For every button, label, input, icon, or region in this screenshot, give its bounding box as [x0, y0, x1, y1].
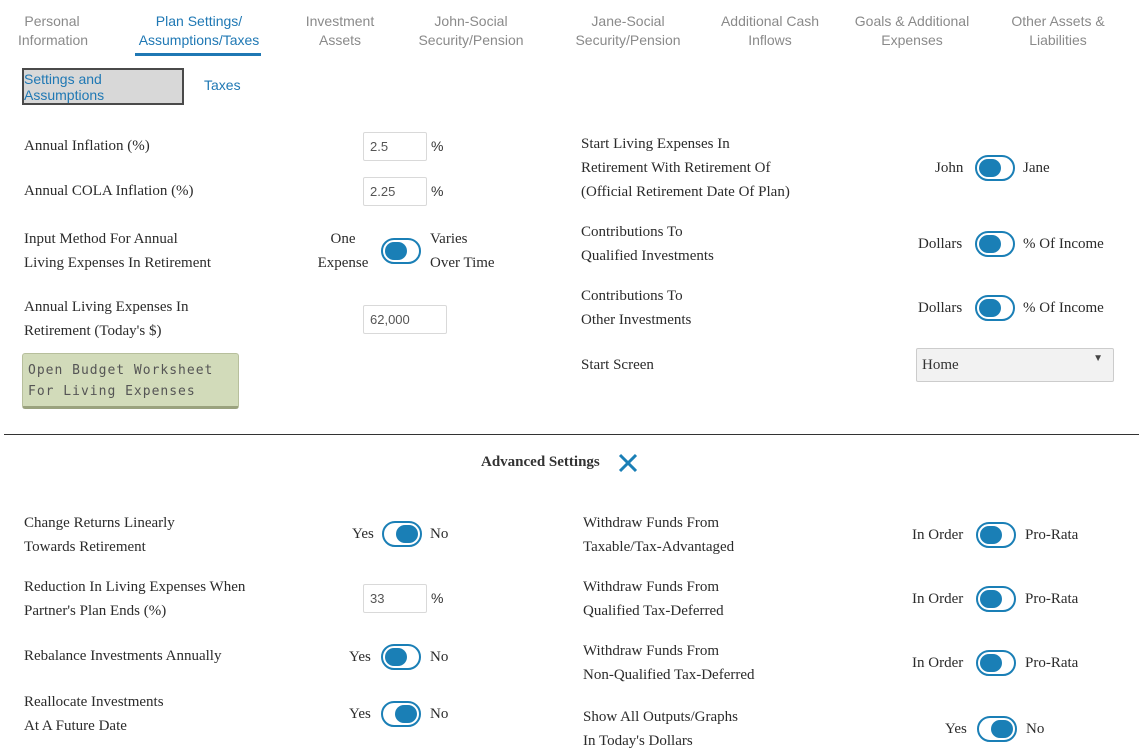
contrib-other-left-option: Dollars	[918, 300, 963, 316]
toggle-knob	[395, 705, 417, 723]
withdraw-qualified-toggle[interactable]	[976, 586, 1016, 612]
toggle-knob	[980, 654, 1002, 672]
toggle-knob	[979, 299, 1001, 317]
reallocate-toggle[interactable]	[381, 701, 421, 727]
contrib-qualified-right-option: % Of Income	[1023, 236, 1104, 252]
reduction-unit: %	[431, 590, 444, 606]
rebalance-label: Rebalance Investments Annually	[24, 648, 222, 664]
toggle-knob	[385, 648, 407, 666]
toggle-knob	[396, 525, 418, 543]
start-living-toggle[interactable]	[975, 155, 1015, 181]
withdraw-qualified-left-option: In Order	[912, 591, 964, 607]
input-method-right-option: Varies Over Time	[430, 231, 495, 271]
change-returns-toggle[interactable]	[382, 521, 422, 547]
withdraw-taxable-toggle[interactable]	[976, 522, 1016, 548]
tab-john-social-security[interactable]: John-Social Security/Pension	[418, 12, 524, 50]
active-tab-indicator	[135, 53, 261, 56]
open-budget-worksheet-button[interactable]: Open Budget Worksheet For Living Expense…	[22, 353, 239, 409]
show-outputs-right-option: No	[1026, 721, 1045, 737]
reduction-label: Reduction In Living Expenses When Partne…	[24, 579, 246, 619]
change-returns-label: Change Returns Linearly Towards Retireme…	[24, 515, 175, 555]
show-outputs-toggle[interactable]	[977, 716, 1017, 742]
reallocate-left-option: Yes	[349, 706, 371, 722]
withdraw-nonqualified-left-option: In Order	[912, 655, 964, 671]
tab-plan-settings[interactable]: Plan Settings/ Assumptions/Taxes	[138, 12, 260, 50]
input-method-left-option: One Expense	[317, 231, 369, 271]
rebalance-right-option: No	[430, 649, 449, 665]
toggle-knob	[991, 720, 1013, 738]
change-returns-left-option: Yes	[352, 526, 374, 542]
withdraw-qualified-label: Withdraw Funds From Qualified Tax-Deferr…	[583, 579, 724, 619]
withdraw-nonqualified-label: Withdraw Funds From Non-Qualified Tax-De…	[583, 643, 755, 683]
close-icon[interactable]	[617, 452, 639, 474]
change-returns-right-option: No	[430, 526, 449, 542]
reallocate-right-option: No	[430, 706, 449, 722]
start-living-label: Start Living Expenses In Retirement With…	[581, 136, 790, 200]
start-living-left-option: John	[935, 160, 964, 176]
contrib-qualified-label: Contributions To Qualified Investments	[581, 224, 714, 264]
subtab-taxes[interactable]: Taxes	[204, 77, 241, 93]
withdraw-taxable-left-option: In Order	[912, 527, 964, 543]
cola-label: Annual COLA Inflation (%)	[24, 183, 194, 199]
contrib-other-right-option: % Of Income	[1023, 300, 1104, 316]
start-screen-label: Start Screen	[581, 357, 654, 373]
show-outputs-label: Show All Outputs/Graphs In Today's Dolla…	[583, 709, 739, 749]
start-screen-select[interactable]: Home ▼	[916, 348, 1114, 382]
advanced-settings-title: Advanced Settings	[481, 454, 600, 470]
contrib-qualified-toggle[interactable]	[975, 231, 1015, 257]
start-living-right-option: Jane	[1023, 160, 1050, 176]
inflation-label: Annual Inflation (%)	[24, 138, 150, 154]
tab-personal-information[interactable]: Personal Information	[18, 12, 88, 50]
cola-unit: %	[431, 183, 444, 199]
rebalance-toggle[interactable]	[381, 644, 421, 670]
start-screen-value: Home	[922, 356, 959, 373]
toggle-knob	[980, 526, 1002, 544]
withdraw-qualified-right-option: Pro-Rata	[1025, 591, 1079, 607]
cola-input[interactable]: 2.25	[363, 177, 427, 206]
rebalance-left-option: Yes	[349, 649, 371, 665]
input-method-label: Input Method For Annual Living Expenses …	[24, 231, 212, 271]
tab-other-assets[interactable]: Other Assets & Liabilities	[1008, 12, 1108, 50]
toggle-knob	[385, 242, 407, 260]
toggle-knob	[979, 159, 1001, 177]
subtab-settings-assumptions[interactable]: Settings and Assumptions	[22, 68, 184, 105]
living-expenses-input[interactable]: 62,000	[363, 305, 447, 334]
withdraw-taxable-label: Withdraw Funds From Taxable/Tax-Advantag…	[583, 515, 735, 555]
inflation-unit: %	[431, 138, 444, 154]
dropdown-arrow-icon: ▼	[1093, 353, 1103, 364]
tab-additional-cash-inflows[interactable]: Additional Cash Inflows	[718, 12, 822, 50]
contrib-other-label: Contributions To Other Investments	[581, 288, 692, 328]
reallocate-label: Reallocate Investments At A Future Date	[24, 694, 164, 734]
contrib-other-toggle[interactable]	[975, 295, 1015, 321]
section-divider	[4, 434, 1139, 435]
reduction-input[interactable]: 33	[363, 584, 427, 613]
tab-goals-expenses[interactable]: Goals & Additional Expenses	[852, 12, 972, 50]
show-outputs-left-option: Yes	[945, 721, 967, 737]
toggle-knob	[979, 235, 1001, 253]
input-method-toggle[interactable]	[381, 238, 421, 264]
withdraw-nonqualified-toggle[interactable]	[976, 650, 1016, 676]
withdraw-taxable-right-option: Pro-Rata	[1025, 527, 1079, 543]
contrib-qualified-left-option: Dollars	[918, 236, 963, 252]
tab-jane-social-security[interactable]: Jane-Social Security/Pension	[575, 12, 681, 50]
tab-investment-assets[interactable]: Investment Assets	[300, 12, 380, 50]
toggle-knob	[980, 590, 1002, 608]
withdraw-nonqualified-right-option: Pro-Rata	[1025, 655, 1079, 671]
living-expenses-label: Annual Living Expenses In Retirement (To…	[24, 299, 189, 339]
inflation-input[interactable]: 2.5	[363, 132, 427, 161]
